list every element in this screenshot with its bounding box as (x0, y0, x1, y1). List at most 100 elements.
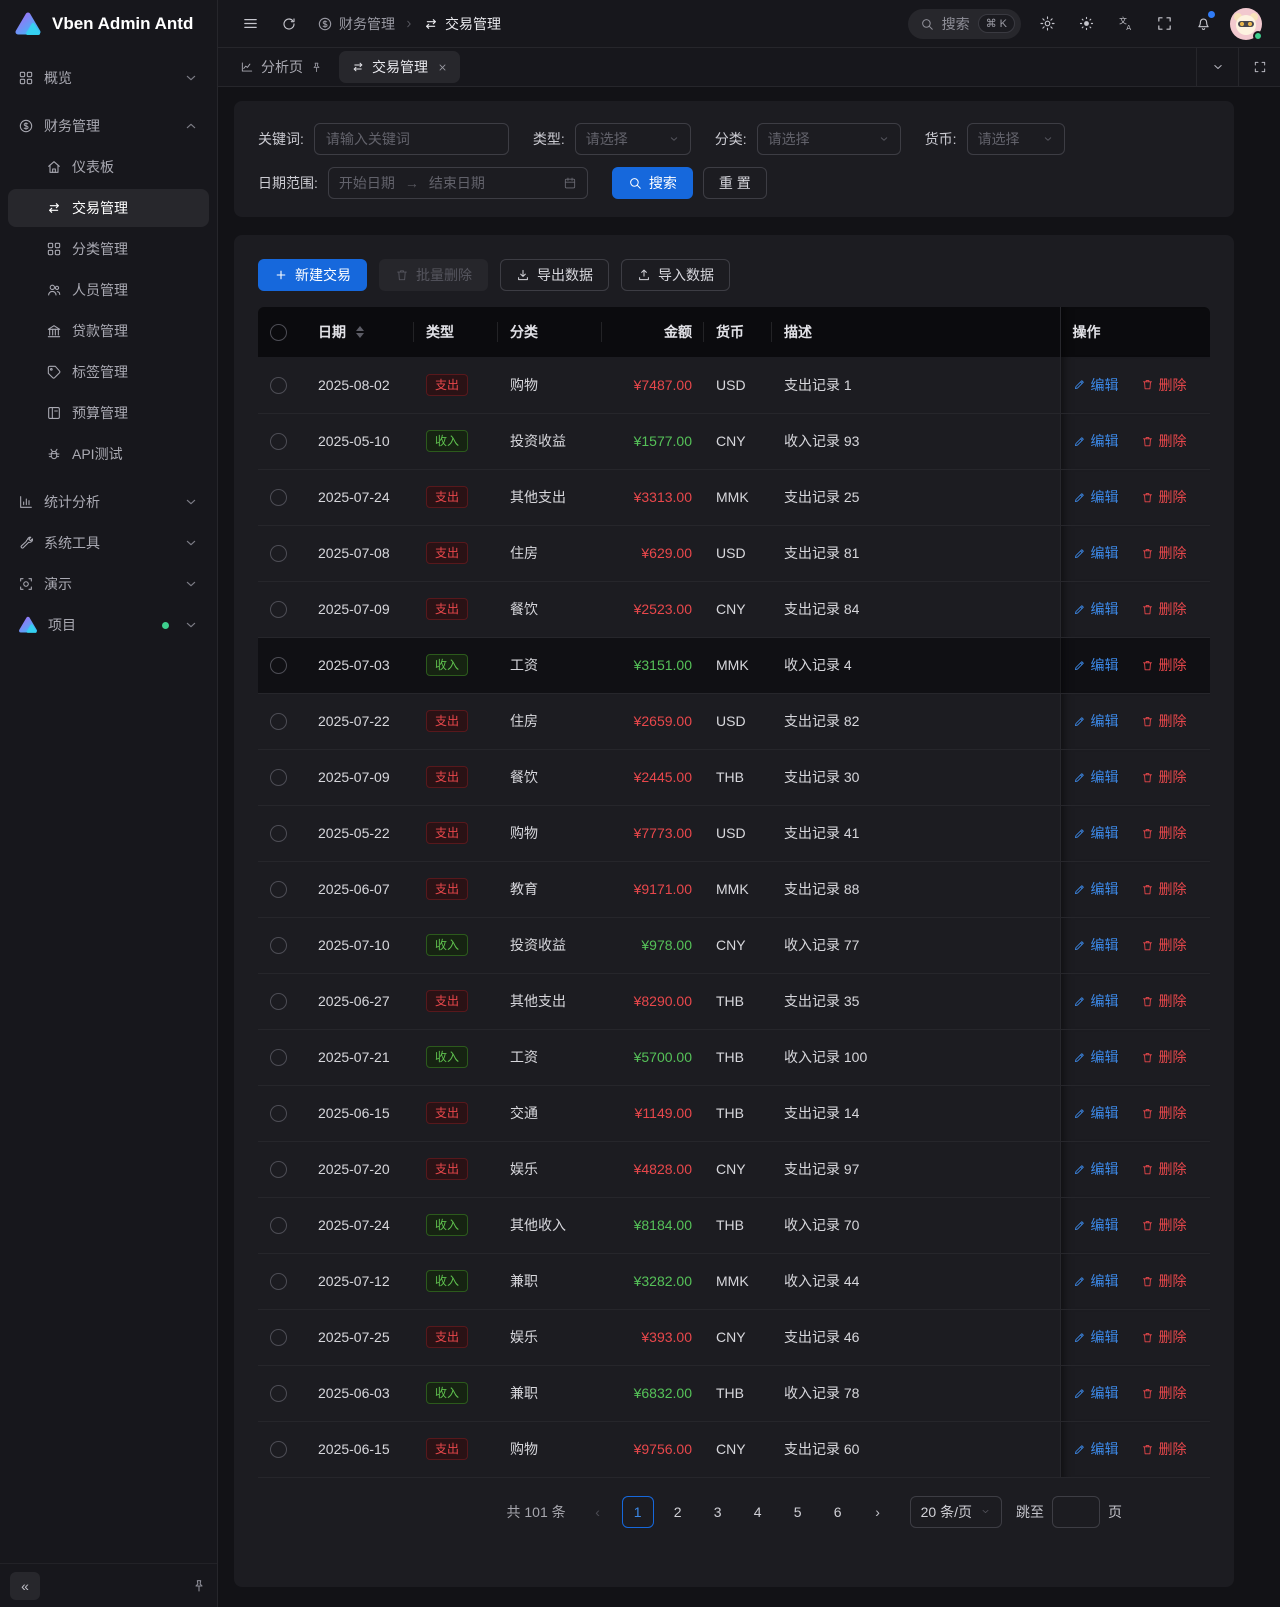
sidebar-item-demo[interactable]: 演示 (8, 565, 209, 603)
edit-button[interactable]: 编辑 (1073, 375, 1119, 395)
sidebar-item-dashboard[interactable]: 仪表板 (8, 148, 209, 186)
table-row[interactable]: 2025-07-03 收入 工资 ¥3151.00 MMK 收入记录 4 编辑 … (258, 637, 1210, 693)
refresh-button[interactable] (277, 12, 301, 36)
edit-button[interactable]: 编辑 (1073, 1159, 1119, 1179)
delete-button[interactable]: 删除 (1141, 767, 1187, 787)
delete-button[interactable]: 删除 (1141, 1159, 1187, 1179)
language-button[interactable] (1113, 11, 1138, 36)
row-checkbox[interactable] (270, 937, 287, 954)
table-row[interactable]: 2025-06-15 支出 交通 ¥1149.00 THB 支出记录 14 编辑… (258, 1085, 1210, 1141)
pagination-page-button[interactable]: 2 (662, 1496, 694, 1528)
content-maximize-button[interactable] (1238, 48, 1280, 86)
delete-button[interactable]: 删除 (1141, 935, 1187, 955)
pagination-prev-button[interactable]: ‹ (582, 1496, 614, 1528)
row-checkbox[interactable] (270, 769, 287, 786)
sidebar-item-finance[interactable]: 财务管理 (8, 107, 209, 145)
reset-button[interactable]: 重 置 (703, 167, 767, 199)
sidebar-item-personnel[interactable]: 人员管理 (8, 271, 209, 309)
sort-control[interactable] (356, 326, 364, 338)
row-checkbox[interactable] (270, 1161, 287, 1178)
edit-button[interactable]: 编辑 (1073, 767, 1119, 787)
row-checkbox[interactable] (270, 1105, 287, 1122)
row-checkbox[interactable] (270, 1385, 287, 1402)
delete-button[interactable]: 删除 (1141, 375, 1187, 395)
sidebar-item-loans[interactable]: 贷款管理 (8, 312, 209, 350)
edit-button[interactable]: 编辑 (1073, 543, 1119, 563)
row-checkbox[interactable] (270, 1441, 287, 1458)
keyword-input[interactable] (314, 123, 509, 155)
table-row[interactable]: 2025-07-09 支出 餐饮 ¥2445.00 THB 支出记录 30 编辑… (258, 749, 1210, 805)
sidebar-item-tags[interactable]: 标签管理 (8, 353, 209, 391)
export-data-button[interactable]: 导出数据 (500, 259, 609, 291)
table-row[interactable]: 2025-05-22 支出 购物 ¥7773.00 USD 支出记录 41 编辑… (258, 805, 1210, 861)
sidebar-item-project[interactable]: 项目 (8, 606, 209, 644)
table-row[interactable]: 2025-07-08 支出 住房 ¥629.00 USD 支出记录 81 编辑 … (258, 525, 1210, 581)
row-checkbox[interactable] (270, 433, 287, 450)
delete-button[interactable]: 删除 (1141, 1383, 1187, 1403)
global-search[interactable]: 搜索 ⌘ K (908, 9, 1021, 39)
edit-button[interactable]: 编辑 (1073, 1215, 1119, 1235)
table-row[interactable]: 2025-06-15 支出 购物 ¥9756.00 CNY 支出记录 60 编辑… (258, 1421, 1210, 1477)
edit-button[interactable]: 编辑 (1073, 879, 1119, 899)
sidebar-item-system-tools[interactable]: 系统工具 (8, 524, 209, 562)
delete-button[interactable]: 删除 (1141, 543, 1187, 563)
delete-button[interactable]: 删除 (1141, 1439, 1187, 1459)
sidebar-collapse-button[interactable]: « (10, 1572, 40, 1600)
edit-button[interactable]: 编辑 (1073, 1383, 1119, 1403)
breadcrumb-finance[interactable]: 财务管理 (317, 14, 395, 34)
tabs-dropdown-button[interactable] (1196, 48, 1238, 86)
table-row[interactable]: 2025-05-10 收入 投资收益 ¥1577.00 CNY 收入记录 93 … (258, 413, 1210, 469)
table-row[interactable]: 2025-07-12 收入 兼职 ¥3282.00 MMK 收入记录 44 编辑… (258, 1253, 1210, 1309)
notifications-button[interactable] (1191, 11, 1216, 36)
edit-button[interactable]: 编辑 (1073, 935, 1119, 955)
table-row[interactable]: 2025-06-07 支出 教育 ¥9171.00 MMK 支出记录 88 编辑… (258, 861, 1210, 917)
row-checkbox[interactable] (270, 993, 287, 1010)
tab-close-button[interactable] (437, 62, 448, 73)
row-checkbox[interactable] (270, 377, 287, 394)
delete-button[interactable]: 删除 (1141, 823, 1187, 843)
edit-button[interactable]: 编辑 (1073, 823, 1119, 843)
delete-button[interactable]: 删除 (1141, 1271, 1187, 1291)
fullscreen-button[interactable] (1152, 11, 1177, 36)
column-header-date[interactable]: 日期 (306, 307, 414, 357)
edit-button[interactable]: 编辑 (1073, 655, 1119, 675)
sidebar-pin-button[interactable] (191, 1578, 207, 1594)
edit-button[interactable]: 编辑 (1073, 1271, 1119, 1291)
row-checkbox[interactable] (270, 1329, 287, 1346)
type-select[interactable]: 请选择 (575, 123, 691, 155)
batch-delete-button[interactable]: 批量删除 (379, 259, 488, 291)
edit-button[interactable]: 编辑 (1073, 1439, 1119, 1459)
pagination-page-button[interactable]: 5 (782, 1496, 814, 1528)
table-row[interactable]: 2025-07-22 支出 住房 ¥2659.00 USD 支出记录 82 编辑… (258, 693, 1210, 749)
search-button[interactable]: 搜索 (612, 167, 693, 199)
pagination-page-button[interactable]: 4 (742, 1496, 774, 1528)
row-checkbox[interactable] (270, 881, 287, 898)
table-row[interactable]: 2025-07-25 支出 娱乐 ¥393.00 CNY 支出记录 46 编辑 … (258, 1309, 1210, 1365)
sidebar-item-api-test[interactable]: API测试 (8, 435, 209, 473)
menu-toggle-button[interactable] (238, 11, 263, 36)
row-checkbox[interactable] (270, 489, 287, 506)
pagination-page-button[interactable]: 6 (822, 1496, 854, 1528)
edit-button[interactable]: 编辑 (1073, 487, 1119, 507)
breadcrumb-transactions[interactable]: 交易管理 (423, 14, 501, 34)
table-row[interactable]: 2025-07-20 支出 娱乐 ¥4828.00 CNY 支出记录 97 编辑… (258, 1141, 1210, 1197)
delete-button[interactable]: 删除 (1141, 655, 1187, 675)
select-all-checkbox[interactable] (270, 324, 287, 341)
tab-analysis[interactable]: 分析页 (228, 51, 335, 83)
date-range-picker[interactable]: 开始日期 → 结束日期 (328, 167, 588, 199)
edit-button[interactable]: 编辑 (1073, 431, 1119, 451)
sidebar-item-overview[interactable]: 概览 (8, 59, 209, 97)
sidebar-item-budget[interactable]: 预算管理 (8, 394, 209, 432)
currency-select[interactable]: 请选择 (967, 123, 1065, 155)
table-row[interactable]: 2025-07-09 支出 餐饮 ¥2523.00 CNY 支出记录 84 编辑… (258, 581, 1210, 637)
row-checkbox[interactable] (270, 1217, 287, 1234)
edit-button[interactable]: 编辑 (1073, 1103, 1119, 1123)
new-transaction-button[interactable]: 新建交易 (258, 259, 367, 291)
row-checkbox[interactable] (270, 1273, 287, 1290)
row-checkbox[interactable] (270, 713, 287, 730)
edit-button[interactable]: 编辑 (1073, 711, 1119, 731)
jump-page-input[interactable] (1052, 1496, 1100, 1528)
delete-button[interactable]: 删除 (1141, 879, 1187, 899)
table-row[interactable]: 2025-07-24 收入 其他收入 ¥8184.00 THB 收入记录 70 … (258, 1197, 1210, 1253)
theme-toggle-button[interactable] (1074, 11, 1099, 36)
